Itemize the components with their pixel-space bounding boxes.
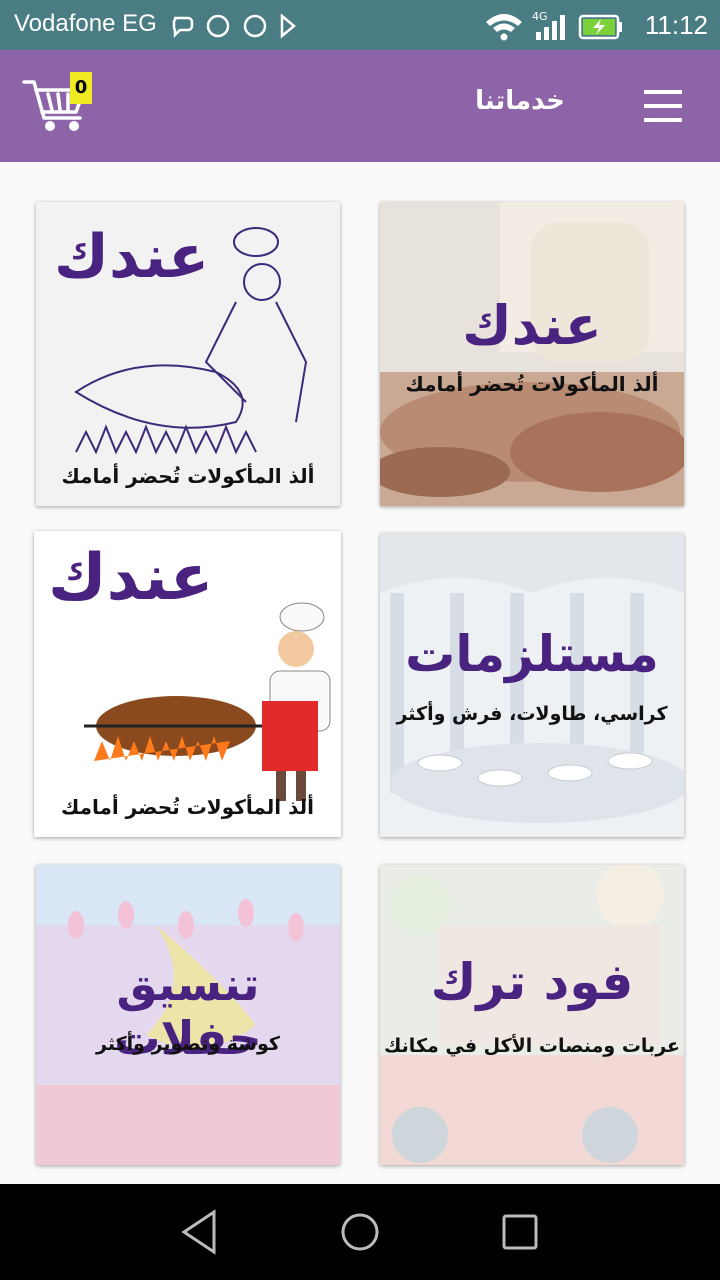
status-bar: Vodafone EG 4G 11:12 bbox=[0, 0, 720, 50]
notification-icons bbox=[172, 13, 296, 39]
carrier-name: Vodafone EG bbox=[14, 10, 157, 37]
recents-square-icon bbox=[502, 1214, 538, 1250]
network-type-label: 4G bbox=[532, 10, 548, 23]
service-card-food-truck[interactable]: فود ترك عربات ومنصات الأكل في مكانك bbox=[380, 865, 684, 1165]
card-tagline: ألذ المأكولات تُحضر أمامك bbox=[405, 372, 659, 396]
hamburger-menu-icon bbox=[644, 90, 682, 94]
back-button[interactable] bbox=[170, 1204, 230, 1260]
service-card-supplies[interactable]: مستلزمات كراسي، طاولات، فرش وأكثر bbox=[380, 533, 684, 837]
card-tagline: ألذ المأكولات تُحضر أمامك bbox=[61, 464, 315, 488]
home-circle-icon bbox=[341, 1213, 379, 1251]
card-brand-title: مستلزمات bbox=[405, 625, 659, 683]
recents-button[interactable] bbox=[490, 1204, 550, 1260]
system-status-icons: 4G bbox=[486, 10, 622, 41]
card-brand-title: عندك bbox=[48, 541, 214, 615]
card-brand-title: عندك bbox=[462, 294, 602, 357]
back-triangle-icon bbox=[181, 1209, 216, 1255]
system-nav-bar bbox=[0, 1184, 720, 1280]
card-tagline: عربات ومنصات الأكل في مكانك bbox=[383, 1035, 680, 1057]
card-brand-title: فود ترك bbox=[430, 953, 634, 1011]
menu-button[interactable] bbox=[636, 88, 692, 124]
card-tagline: كوشة وتصوير وأكثر bbox=[96, 1033, 280, 1055]
app-bar: 0 خدماتنا bbox=[0, 50, 720, 162]
service-card-party[interactable]: تنسيق حفلات كوشة وتصوير وأكثر bbox=[36, 865, 340, 1165]
clock: 11:12 bbox=[644, 10, 708, 40]
card-tagline: كراسي، طاولات، فرش وأكثر bbox=[396, 703, 668, 725]
cart-count-badge: 0 bbox=[70, 72, 92, 104]
home-button[interactable] bbox=[330, 1204, 390, 1260]
page-title: خدماتنا bbox=[475, 86, 565, 116]
service-card-chef[interactable]: عندك ألذ المأكولات تُحضر أمامك bbox=[36, 202, 340, 506]
service-card-restaurant[interactable]: عندك ألذ المأكولات تُحضر أمامك bbox=[380, 202, 684, 506]
card-tagline: ألذ المأكولات تُحضر أمامك bbox=[60, 795, 315, 819]
card-brand-title: عندك bbox=[54, 222, 210, 292]
service-card-grill[interactable]: عندك ألذ المأكولات تُحضر أمامك bbox=[34, 531, 341, 837]
card-image bbox=[380, 865, 684, 1165]
card-image bbox=[380, 533, 684, 837]
